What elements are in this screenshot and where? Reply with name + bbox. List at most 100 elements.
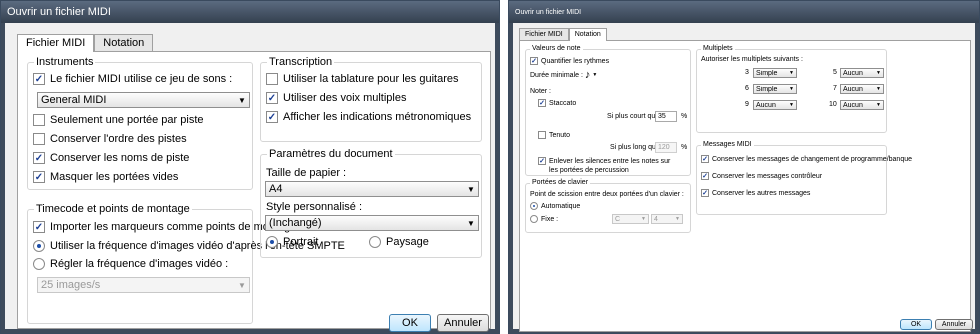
tab-notation[interactable]: Notation <box>94 34 154 52</box>
checkbox-box[interactable] <box>33 152 45 164</box>
hide-empty-checkbox[interactable]: Masquer les portées vides <box>33 171 178 183</box>
automatic-radio[interactable]: Automatique <box>530 202 580 210</box>
custom-style-select[interactable]: (Inchangé) ▼ <box>265 215 479 231</box>
keep-order-checkbox[interactable]: Conserver l'ordre des pistes <box>33 133 187 145</box>
chevron-down-icon: ▼ <box>789 70 794 76</box>
paper-size-select[interactable]: A4 ▼ <box>265 181 479 197</box>
checkbox-box[interactable] <box>266 92 278 104</box>
metronome-checkbox[interactable]: Afficher les indications métronomiques <box>266 111 471 123</box>
checkbox-box[interactable] <box>33 73 45 85</box>
window-frame <box>495 23 499 333</box>
checkbox-box[interactable] <box>33 133 45 145</box>
title-bar: Ouvrir un fichier MIDI <box>1 1 499 23</box>
window-title: Ouvrir un fichier MIDI <box>515 9 582 16</box>
cancel-button[interactable]: Annuler <box>437 314 489 332</box>
frame-rate-select[interactable]: 25 images/s ▼ <box>37 277 250 293</box>
tab-panel: Valeurs de note Quantifier les rythmes D… <box>519 40 971 332</box>
label-line: les portées de percussion <box>549 167 629 174</box>
tuplet-9-select[interactable]: Aucun ▼ <box>753 100 797 110</box>
checkbox-box[interactable] <box>701 155 709 163</box>
checkbox-box[interactable] <box>33 221 45 233</box>
percent-label: % <box>681 144 688 151</box>
select-value: Aucun <box>843 85 863 93</box>
landscape-radio[interactable]: Paysage <box>369 236 429 248</box>
checkbox-label: Conserver les autres messages <box>712 189 811 197</box>
notes-label: Noter : <box>530 88 552 95</box>
soundset-select[interactable]: General MIDI ▼ <box>37 92 250 108</box>
custom-style-label: Style personnalisé : <box>266 201 362 213</box>
select-value: General MIDI <box>41 94 107 106</box>
select-value: A4 <box>269 183 283 195</box>
checkbox-box[interactable] <box>538 157 546 165</box>
select-value: (Inchangé) <box>269 217 322 229</box>
use-soundset-checkbox[interactable]: Le fichier MIDI utilise ce jeu de sons : <box>33 73 232 85</box>
checkbox-box[interactable] <box>538 99 546 107</box>
chevron-down-icon: ▼ <box>876 86 881 92</box>
radio-circle[interactable] <box>33 258 45 270</box>
checkbox-box[interactable] <box>266 111 278 123</box>
group-title: Paramètres du document <box>267 148 395 160</box>
radio-circle[interactable] <box>33 240 45 252</box>
longer-than-input[interactable]: 120 <box>655 142 677 153</box>
chevron-down-icon: ▼ <box>467 218 475 228</box>
checkbox-box[interactable] <box>33 114 45 126</box>
cancel-button[interactable]: Annuler <box>935 319 973 330</box>
group-title: Instruments <box>34 56 96 68</box>
midi-messages-group: Messages MIDI Conserver les messages de … <box>696 141 912 215</box>
checkbox-box[interactable] <box>538 131 546 139</box>
tuplet-7-select[interactable]: Aucun ▼ <box>840 84 884 94</box>
tablature-checkbox[interactable]: Utiliser la tablature pour les guitares <box>266 73 458 85</box>
checkbox-box[interactable] <box>701 172 709 180</box>
set-rate-radio[interactable]: Régler la fréquence d'images vidéo : <box>33 258 228 270</box>
tuplet-number: 5 <box>833 69 837 76</box>
checkbox-label: Conserver les messages contrôleur <box>712 172 823 180</box>
tuplet-10-select[interactable]: Aucun ▼ <box>840 100 884 110</box>
tenuto-checkbox[interactable]: Tenuto <box>538 131 570 139</box>
import-markers-checkbox[interactable]: Importer les marqueurs comme points de m… <box>33 221 296 233</box>
split-note-select[interactable]: C ▼ <box>612 214 649 224</box>
checkbox-box[interactable] <box>266 73 278 85</box>
transcription-group: Transcription Utiliser la tablature pour… <box>260 56 482 142</box>
checkbox-box[interactable] <box>33 171 45 183</box>
quantize-checkbox[interactable]: Quantifier les rythmes <box>530 57 609 65</box>
chevron-down-icon[interactable]: ▼ <box>592 72 597 78</box>
eighth-note-icon[interactable]: ♪ <box>585 70 591 81</box>
one-staff-checkbox[interactable]: Seulement une portée par piste <box>33 114 204 126</box>
tuplet-3-select[interactable]: Simple ▼ <box>753 68 797 78</box>
portrait-radio[interactable]: Portrait <box>266 236 318 248</box>
select-value: 25 images/s <box>41 279 101 291</box>
select-value: 4 <box>654 215 658 223</box>
tuplet-6-select[interactable]: Simple ▼ <box>753 84 797 94</box>
paper-size-label: Taille de papier : <box>266 167 347 179</box>
remove-rests-checkbox[interactable]: Enlever les silences entre les notes sur… <box>538 157 670 175</box>
keep-other-checkbox[interactable]: Conserver les autres messages <box>701 189 810 197</box>
radio-circle[interactable] <box>369 236 381 248</box>
min-duration-row: Durée minimale : ♪ ▼ <box>530 70 597 81</box>
tuplet-5-select[interactable]: Aucun ▼ <box>840 68 884 78</box>
keep-controller-checkbox[interactable]: Conserver les messages contrôleur <box>701 172 822 180</box>
tuplets-group: Multiplets Autoriser les multiplets suiv… <box>696 45 887 133</box>
checkbox-box[interactable] <box>530 57 538 65</box>
radio-circle[interactable] <box>530 215 538 223</box>
radio-circle[interactable] <box>266 236 278 248</box>
split-point-label: Point de scission entre deux portées d'u… <box>530 191 684 198</box>
staccato-checkbox[interactable]: Staccato <box>538 99 576 107</box>
checkbox-label: Conserver l'ordre des pistes <box>50 133 187 145</box>
split-octave-select[interactable]: 4 ▼ <box>651 214 683 224</box>
note-values-group: Valeurs de note Quantifier les rythmes D… <box>525 45 691 176</box>
checkbox-box[interactable] <box>701 189 709 197</box>
fixed-radio[interactable]: Fixe : <box>530 215 558 223</box>
checkbox-label: Enlever les silences entre les notes sur… <box>549 157 670 175</box>
ok-button[interactable]: OK <box>389 314 431 332</box>
group-title: Transcription <box>267 56 335 68</box>
label-line: Enlever les silences entre les notes sur <box>549 158 671 165</box>
tab-notation[interactable]: Notation <box>568 28 607 41</box>
radio-circle[interactable] <box>530 202 538 210</box>
ok-button[interactable]: OK <box>900 319 932 330</box>
tab-midi-file[interactable]: Fichier MIDI <box>17 34 95 52</box>
keep-names-checkbox[interactable]: Conserver les noms de piste <box>33 152 189 164</box>
shorter-than-input[interactable]: 35 <box>655 111 677 122</box>
multi-voices-checkbox[interactable]: Utiliser des voix multiples <box>266 92 406 104</box>
keep-program-checkbox[interactable]: Conserver les messages de changement de … <box>701 155 912 163</box>
checkbox-label: Afficher les indications métronomiques <box>283 111 472 123</box>
